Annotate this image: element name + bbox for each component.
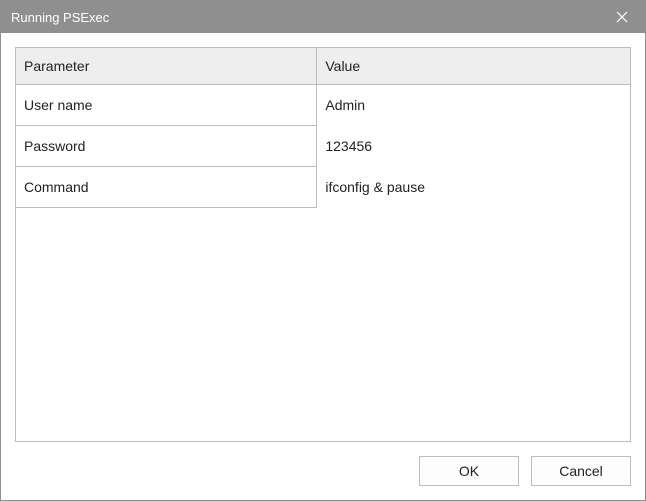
table-row[interactable]: Password 123456 (16, 126, 630, 167)
cell-value: 123456 (317, 126, 630, 167)
cell-parameter: Command (16, 167, 317, 208)
header-parameter[interactable]: Parameter (16, 48, 317, 85)
cell-parameter: User name (16, 85, 317, 126)
cell-value: ifconfig & pause (317, 167, 630, 208)
close-icon (616, 11, 628, 23)
parameter-table-container: Parameter Value User name Admin Password… (15, 47, 631, 442)
window-title: Running PSExec (11, 10, 599, 25)
cancel-button[interactable]: Cancel (531, 456, 631, 486)
table-row[interactable]: Command ifconfig & pause (16, 167, 630, 208)
header-value[interactable]: Value (317, 48, 630, 85)
dialog-button-row: OK Cancel (15, 442, 631, 486)
parameter-table: Parameter Value User name Admin Password… (16, 48, 630, 208)
dialog-window: Running PSExec Parameter Value (0, 0, 646, 501)
close-button[interactable] (599, 1, 645, 33)
cell-value: Admin (317, 85, 630, 126)
table-row[interactable]: User name Admin (16, 85, 630, 126)
titlebar: Running PSExec (1, 1, 645, 33)
dialog-content: Parameter Value User name Admin Password… (1, 33, 645, 500)
table-header-row: Parameter Value (16, 48, 630, 85)
cell-parameter: Password (16, 126, 317, 167)
ok-button[interactable]: OK (419, 456, 519, 486)
